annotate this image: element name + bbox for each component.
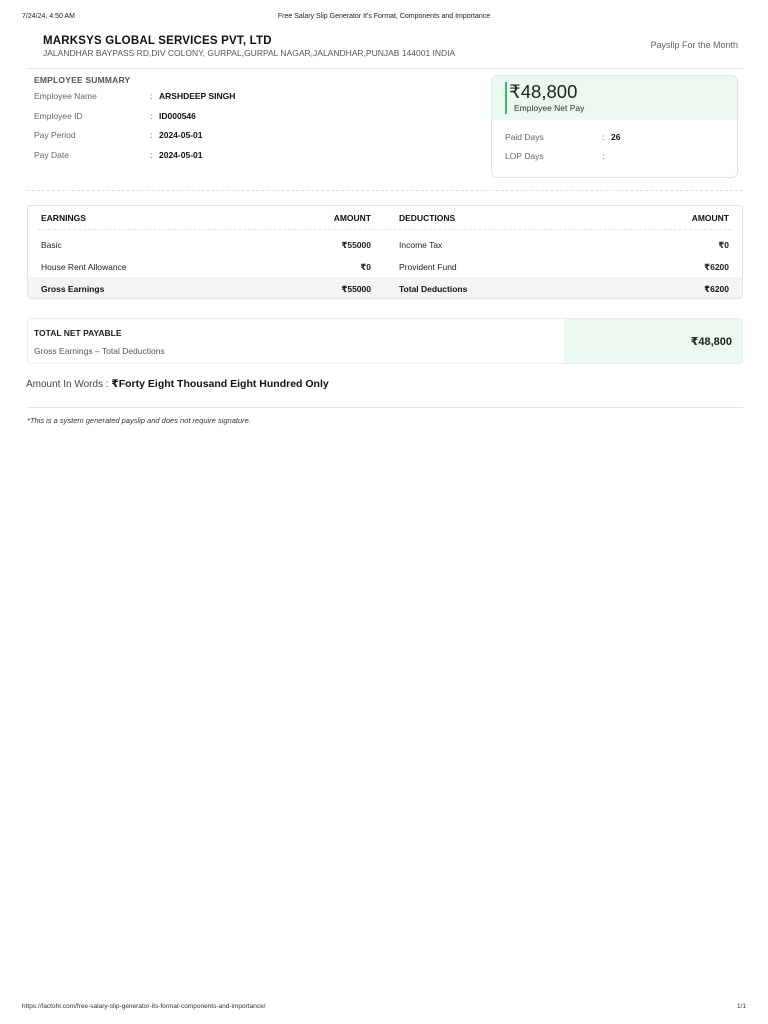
lop-days-label: LOP Days [505,151,544,161]
deduction-label: Income Tax [399,240,443,250]
paid-days-value: 26 [611,132,621,142]
system-generated-note: *This is a system generated payslip and … [27,416,251,425]
header-divider [27,68,743,69]
earning-amount: ₹55000 [341,240,371,250]
gross-earnings-label: Gross Earnings [41,284,105,294]
field-label: Employee ID [34,110,83,121]
earnings-deductions-table: EARNINGS AMOUNT DEDUCTIONS AMOUNT Basic … [27,205,743,299]
deductions-amount-header: AMOUNT [691,213,729,223]
pay-date-value: 2024-05-01 [159,149,203,160]
deduction-amount: ₹0 [718,240,729,250]
print-header: 7/24/24, 4:50 AM Free Salary Slip Genera… [22,13,746,23]
earnings-amount-header: AMOUNT [333,213,371,223]
net-pay-highlight: ₹48,800 Employee Net Pay [492,76,737,120]
pay-period-value: 2024-05-01 [159,130,203,140]
deductions-header: DEDUCTIONS [399,213,456,223]
amount-in-words: Amount In Words : ₹Forty Eight Thousand … [26,378,329,390]
deduction-label: Provident Fund [399,262,457,272]
table-total-row: Gross Earnings ₹55000 Total Deductions ₹… [28,277,742,298]
net-pay-amount: ₹48,800 [509,81,578,102]
total-net-payable-title: TOTAL NET PAYABLE [34,328,122,338]
net-pay-label: Employee Net Pay [514,103,585,113]
employee-name-value: ARSHDEEP SINGH [159,91,236,101]
total-net-payable: TOTAL NET PAYABLE Gross Earnings – Total… [27,318,743,364]
amount-in-words-label: Amount In Words : [26,379,109,390]
company-name: MARKSYS GLOBAL SERVICES PVT, LTD [43,35,272,47]
amount-in-words-value: ₹Forty Eight Thousand Eight Hundred Only [111,378,329,390]
company-address: JALANDHAR BAYPASS RD,DIV COLONY, GURPAL,… [43,48,456,58]
earning-label: House Rent Allowance [41,262,127,272]
net-pay-accent-bar [505,82,507,114]
paid-days-label: Paid Days [505,132,544,142]
earning-label: Basic [41,240,62,250]
total-deductions-label: Total Deductions [399,284,468,294]
gross-earnings-amount: ₹55000 [341,284,371,294]
company-header: MARKSYS GLOBAL SERVICES PVT, LTD JALANDH… [43,35,455,58]
employee-id-row: Employee ID : ID000546 [34,110,196,121]
print-doc-title: Free Salary Slip Generator It's Format, … [277,13,491,20]
employee-summary: EMPLOYEE SUMMARY Employee Name : ARSHDEE… [34,75,474,163]
employee-summary-title: EMPLOYEE SUMMARY [34,75,131,85]
print-page-number: 1/1 [736,1003,746,1010]
total-net-payable-subtitle: Gross Earnings – Total Deductions [34,346,165,356]
pay-date-row: Pay Date : 2024-05-01 [34,149,203,160]
field-label: Pay Period [34,130,76,140]
field-label: Pay Date [34,149,69,160]
employee-id-value: ID000546 [159,110,196,121]
employee-name-row: Employee Name : ARSHDEEP SINGH [34,91,236,101]
footer-divider [27,407,743,408]
total-net-payable-highlight: ₹48,800 [564,319,742,363]
summary-divider [27,190,743,191]
earnings-header: EARNINGS [41,213,86,223]
payslip-month-label: Payslip For the Month [650,40,738,50]
total-net-payable-amount: ₹48,800 [690,336,732,348]
table-row: House Rent Allowance ₹0 Provident Fund ₹… [28,255,742,277]
field-label: Employee Name [34,91,97,101]
total-deductions-amount: ₹6200 [704,284,729,294]
earning-amount: ₹0 [360,262,371,272]
table-row: Basic ₹55000 Income Tax ₹0 [28,233,742,255]
print-footer-url: https://factohr.com/free-salary-slip-gen… [22,1003,266,1010]
table-header-row: EARNINGS AMOUNT DEDUCTIONS AMOUNT [28,206,742,230]
net-pay-card: ₹48,800 Employee Net Pay Paid Days : 26 … [491,75,738,178]
deduction-amount: ₹6200 [704,262,729,272]
pay-period-row: Pay Period : 2024-05-01 [34,130,203,140]
